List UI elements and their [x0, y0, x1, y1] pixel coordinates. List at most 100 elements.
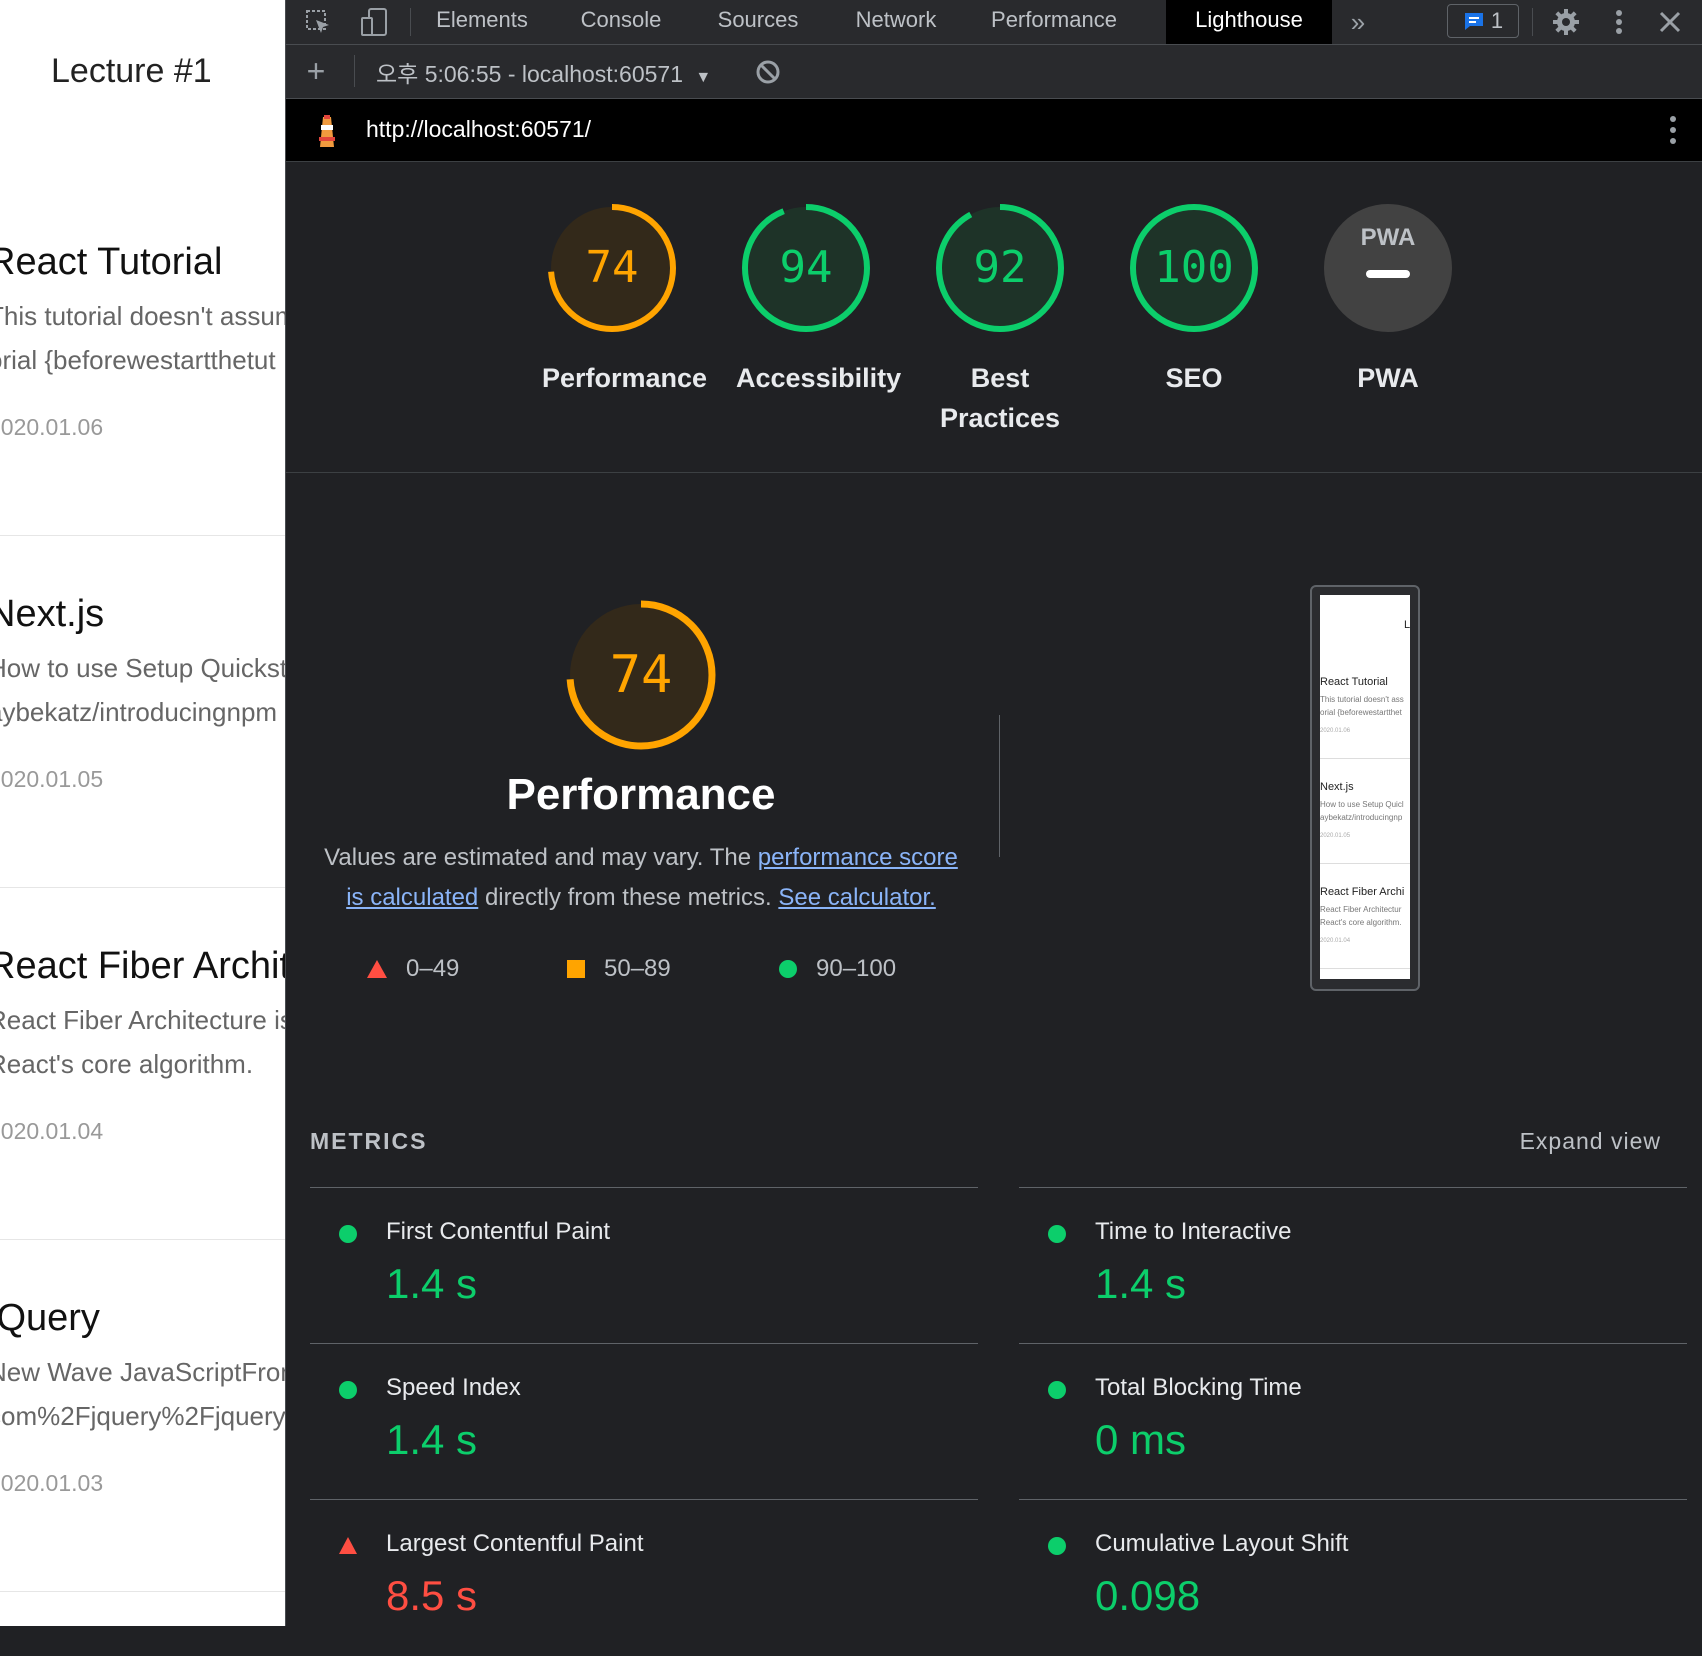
calculator-link[interactable]: See calculator.	[778, 884, 935, 911]
metric-lcp[interactable]: Largest Contentful Paint 8.5 s	[310, 1499, 978, 1656]
post-excerpt: New Wave JavaScriptFrom	[0, 1357, 285, 1387]
post-excerpt: React Fiber Architecture is	[0, 1005, 285, 1035]
score-value: 94	[779, 242, 833, 293]
post-item[interactable]: Next.js How to use Setup Quickstart aybe…	[0, 592, 285, 794]
divider	[0, 1591, 285, 1592]
report-url-bar: http://localhost:60571/	[286, 99, 1702, 162]
metric-tbt[interactable]: Total Blocking Time 0 ms	[1019, 1343, 1687, 1500]
report-select[interactable]: 오후 5:06:55 - localhost:60571 ▼	[376, 55, 711, 89]
report-url[interactable]: http://localhost:60571/	[366, 116, 591, 143]
post-excerpt: React's core algorithm.	[0, 1049, 254, 1079]
circle-icon	[339, 1225, 357, 1243]
metric-title: Speed Index	[386, 1374, 521, 1401]
post-excerpt: aybekatz/introducingnpm	[0, 697, 278, 727]
devtools-tabbar: Elements Console Sources Network Perform…	[286, 0, 1702, 45]
close-icon[interactable]	[1652, 0, 1688, 44]
divider	[410, 8, 411, 36]
score-label: SEO	[1165, 363, 1223, 393]
legend-label: 0–49	[406, 955, 460, 982]
screenshot-text: aybekatz/introducingnp	[1320, 813, 1403, 822]
divider	[354, 55, 355, 87]
blog-page: Lecture #1 React Tutorial This tutorial …	[0, 0, 285, 1626]
divider	[1320, 758, 1410, 759]
divider	[0, 1239, 285, 1240]
final-screenshot[interactable]: Le React Tutorial This tutorial doesn't …	[1310, 585, 1420, 991]
divider	[999, 715, 1000, 857]
triangle-icon	[367, 960, 387, 978]
site-title: Lecture #1	[51, 52, 212, 90]
divider	[1532, 8, 1533, 36]
status-icon	[339, 1381, 357, 1399]
gauge-performance[interactable]: 74 Performance	[542, 200, 707, 398]
gauge-accessibility[interactable]: 94 Accessibility	[736, 200, 901, 398]
metric-value: 1.4 s	[386, 1416, 478, 1463]
performance-gauge-large: 74	[561, 595, 721, 755]
screenshot-text: orial {beforewestartthet	[1320, 708, 1402, 717]
metric-value: 1.4 s	[386, 1260, 478, 1307]
post-excerpt: How to use Setup Quickstart	[0, 653, 285, 683]
metric-fcp[interactable]: First Contentful Paint 1.4 s	[310, 1187, 978, 1344]
metric-speed-index[interactable]: Speed Index 1.4 s	[310, 1343, 978, 1500]
tab-performance[interactable]: Performance	[966, 0, 1142, 44]
post-date: 2020.01.06	[0, 414, 104, 440]
status-icon	[339, 1225, 357, 1243]
plus-icon[interactable]: +	[300, 45, 332, 98]
post-title[interactable]: Next.js	[0, 592, 285, 636]
legend-label: 50–89	[604, 955, 671, 982]
screenshot-text: React Fiber Archi	[1320, 886, 1405, 898]
post-item[interactable]: jQuery New Wave JavaScriptFrom com%2Fjqu…	[0, 1296, 285, 1498]
screenshot-text: React Tutorial	[1320, 676, 1388, 688]
legend-fail: 0–49	[366, 955, 459, 983]
screenshot-text: 2020.01.04	[1320, 938, 1351, 944]
metrics-heading: METRICS	[310, 1128, 428, 1154]
gauge-seo[interactable]: 100 SEO	[1124, 200, 1264, 398]
more-vert-icon[interactable]	[1606, 0, 1632, 44]
performance-description: Values are estimated and may vary. The p…	[316, 838, 966, 918]
post-title[interactable]: jQuery	[0, 1296, 285, 1340]
status-icon	[1048, 1225, 1066, 1243]
score-value: 100	[1154, 242, 1234, 293]
post-date: 2020.01.03	[0, 1470, 104, 1496]
tab-network[interactable]: Network	[826, 0, 966, 44]
post-excerpt: This tutorial doesn't assume	[0, 301, 285, 331]
devtools-panel: Elements Console Sources Network Perform…	[285, 0, 1702, 1626]
post-date: 2020.01.04	[0, 1118, 104, 1144]
post-excerpt: orial {beforewestartthetut	[0, 345, 276, 375]
more-vert-icon[interactable]	[1669, 115, 1677, 150]
screenshot-text: 2020.01.05	[1320, 833, 1351, 839]
gauge-pwa[interactable]: PWA PWA	[1318, 200, 1458, 398]
post-item[interactable]: React Fiber Architecture React Fiber Arc…	[0, 944, 285, 1146]
circle-icon	[1048, 1225, 1066, 1243]
tab-lighthouse[interactable]: Lighthouse	[1166, 0, 1332, 44]
metric-title: First Contentful Paint	[386, 1218, 611, 1245]
pwa-badge-text: PWA	[1361, 224, 1416, 251]
circle-icon	[779, 960, 797, 978]
lighthouse-toolbar: + 오후 5:06:55 - localhost:60571 ▼	[286, 45, 1702, 99]
metric-cls[interactable]: Cumulative Layout Shift 0.098	[1019, 1499, 1687, 1656]
device-toolbar-icon[interactable]	[356, 0, 392, 44]
gear-icon[interactable]	[1546, 0, 1586, 44]
tab-sources[interactable]: Sources	[690, 0, 826, 44]
expand-view-button[interactable]: Expand view	[1520, 1128, 1661, 1155]
metric-tti[interactable]: Time to Interactive 1.4 s	[1019, 1187, 1687, 1344]
screenshot-text: Le	[1404, 619, 1410, 631]
post-title[interactable]: React Tutorial	[0, 240, 285, 284]
issues-button[interactable]: 1	[1447, 4, 1519, 38]
status-icon	[1048, 1381, 1066, 1399]
legend-label: 90–100	[816, 955, 897, 982]
tab-elements[interactable]: Elements	[412, 0, 552, 44]
post-title[interactable]: React Fiber Architecture	[0, 944, 285, 988]
screenshot-text: React's core algorithm.	[1320, 918, 1402, 927]
screenshot-text: How to use Setup Quicl	[1320, 800, 1404, 809]
legend-average: 50–89	[566, 955, 671, 983]
chevrons-right-icon[interactable]: »	[1340, 0, 1376, 44]
inspect-element-icon[interactable]	[300, 0, 336, 44]
clear-icon[interactable]	[750, 45, 786, 98]
tab-console[interactable]: Console	[552, 0, 690, 44]
gauge-best-practices[interactable]: 92 Best Practices	[930, 200, 1070, 438]
metric-title: Cumulative Layout Shift	[1095, 1530, 1349, 1557]
metric-title: Total Blocking Time	[1095, 1374, 1302, 1401]
lighthouse-logo-icon	[314, 113, 340, 154]
screenshot-page: Le React Tutorial This tutorial doesn't …	[1320, 595, 1410, 979]
post-item[interactable]: React Tutorial This tutorial doesn't ass…	[0, 240, 285, 442]
